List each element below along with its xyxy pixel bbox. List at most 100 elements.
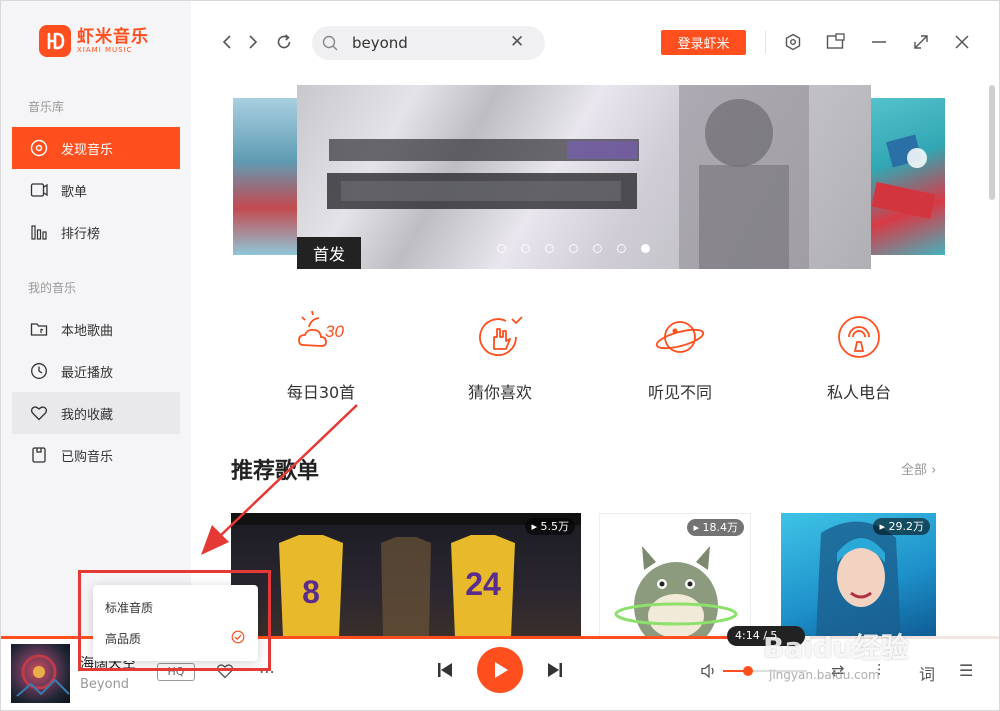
banner-prev-slide[interactable]: [233, 98, 299, 255]
sidebar-item-label: 本地歌曲: [61, 323, 114, 339]
section-music-library: 音乐库: [28, 100, 65, 114]
album-cover[interactable]: [11, 644, 70, 703]
quick-link-hear[interactable]: 听见不同: [625, 307, 735, 403]
bag-icon: [29, 445, 49, 465]
radio-icon: [829, 307, 889, 367]
banner-dot[interactable]: [593, 244, 602, 253]
sidebar-item-label: 发现音乐: [61, 142, 114, 158]
banner-dot[interactable]: [569, 244, 578, 253]
logo-title: 虾米音乐: [77, 26, 149, 47]
chevron-right-icon: ›: [931, 463, 937, 478]
play-icon: ▸: [531, 520, 541, 533]
forward-icon[interactable]: [243, 32, 263, 52]
back-icon[interactable]: [217, 32, 237, 52]
sidebar-item-local[interactable]: 本地歌曲: [12, 308, 180, 350]
banner-dot[interactable]: [545, 244, 554, 253]
queue-icon[interactable]: ☰: [959, 661, 973, 680]
banner-badge: 首发: [297, 237, 361, 269]
play-count: 29.2万: [888, 520, 925, 533]
lyrics-icon[interactable]: 词: [919, 661, 935, 685]
play-count-badge: ▸ 29.2万: [873, 518, 930, 535]
playlist-card[interactable]: ▸ 18.4万: [599, 513, 751, 637]
volume-icon[interactable]: [699, 661, 719, 681]
view-all-link[interactable]: 全部 ›: [901, 459, 936, 478]
play-count: 18.4万: [702, 521, 739, 534]
app-logo[interactable]: 虾米音乐 XIAMI MUSIC: [39, 25, 149, 57]
next-icon[interactable]: [545, 660, 565, 680]
scrollbar[interactable]: [989, 85, 995, 200]
banner-dots: [497, 244, 665, 253]
settings-icon[interactable]: [783, 32, 803, 52]
banner-next-slide[interactable]: [869, 98, 945, 255]
play-icon: [495, 662, 508, 678]
play-count-badge: ▸ 5.5万: [525, 518, 575, 535]
svg-text:24: 24: [465, 566, 501, 602]
logo-icon: [39, 25, 71, 57]
quick-link-label: 猜你喜欢: [467, 383, 532, 402]
view-all-label: 全部: [901, 463, 928, 478]
mini-mode-icon[interactable]: [826, 32, 846, 52]
folder-icon: [29, 319, 49, 339]
clear-icon[interactable]: ✕: [510, 32, 524, 52]
playlist-card[interactable]: ▸ 29.2万: [781, 513, 936, 637]
guess-like-icon: [470, 307, 530, 367]
quick-link-guess[interactable]: 猜你喜欢: [445, 307, 555, 403]
section-my-music: 我的音乐: [28, 281, 77, 295]
sidebar-item-label: 歌单: [61, 184, 88, 200]
disc-icon: [29, 138, 49, 158]
banner-dot[interactable]: [497, 244, 506, 253]
sidebar-item-purchased[interactable]: 已购音乐: [12, 434, 180, 476]
annotation-highlight-box: [78, 570, 271, 671]
song-artist[interactable]: Beyond: [80, 677, 129, 692]
search-box: ✕: [312, 26, 545, 60]
clock-icon: [29, 361, 49, 381]
sidebar-item-label: 我的收藏: [61, 407, 114, 423]
search-icon[interactable]: [321, 34, 339, 56]
quick-link-daily[interactable]: 30 每日30首: [266, 307, 376, 403]
maximize-icon[interactable]: [911, 32, 931, 52]
quick-link-label: 私人电台: [826, 383, 891, 402]
refresh-icon[interactable]: [274, 32, 294, 52]
play-button[interactable]: [477, 647, 523, 693]
sidebar-item-label: 排行榜: [61, 226, 101, 242]
playlist-card[interactable]: 8 24 ▸ 5.5万: [231, 513, 581, 637]
play-icon: ▸: [693, 521, 703, 534]
banner-dot[interactable]: [521, 244, 530, 253]
login-button[interactable]: 登录虾米: [661, 30, 746, 55]
play-icon: ▸: [879, 520, 889, 533]
sidebar-item-charts[interactable]: 排行榜: [12, 211, 180, 253]
play-count-badge: ▸ 18.4万: [687, 519, 744, 536]
divider: [765, 31, 766, 53]
playlist-icon: [29, 180, 49, 200]
sidebar-item-discover[interactable]: 发现音乐: [12, 127, 180, 169]
heart-icon: [29, 403, 49, 423]
banner-dot[interactable]: [641, 244, 650, 253]
svg-text:30: 30: [325, 322, 344, 341]
chart-icon: [29, 222, 49, 242]
volume-knob[interactable]: [743, 666, 754, 676]
app-window: 虾米音乐 XIAMI MUSIC 音乐库 发现音乐 歌单 排行榜 我的音乐 本地…: [0, 0, 1000, 711]
banner-carousel[interactable]: 首发: [297, 85, 871, 269]
banner-dot[interactable]: [617, 244, 626, 253]
planet-icon: [650, 307, 710, 367]
quick-link-label: 每日30首: [286, 383, 356, 402]
logo-subtitle: XIAMI MUSIC: [77, 45, 133, 54]
sidebar-item-recent[interactable]: 最近播放: [12, 350, 180, 392]
sidebar: 虾米音乐 XIAMI MUSIC 音乐库 发现音乐 歌单 排行榜 我的音乐 本地…: [1, 1, 191, 637]
previous-icon[interactable]: [435, 660, 455, 680]
watermark-url: jingyan.baidu.com: [769, 668, 880, 682]
svg-text:8: 8: [302, 574, 320, 610]
top-bar: ✕ 登录虾米: [191, 1, 999, 85]
play-count: 5.5万: [540, 520, 570, 533]
minimize-icon[interactable]: [869, 32, 889, 52]
quick-link-label: 听见不同: [647, 383, 712, 402]
sidebar-item-favorites[interactable]: 我的收藏: [12, 392, 180, 434]
close-icon[interactable]: [952, 32, 972, 52]
quick-link-radio[interactable]: 私人电台: [804, 307, 914, 403]
daily-30-icon: 30: [291, 307, 351, 367]
section-title-recommend: 推荐歌单: [231, 459, 320, 484]
sidebar-item-playlists[interactable]: 歌单: [12, 169, 180, 211]
sidebar-item-label: 最近播放: [61, 365, 114, 381]
search-input[interactable]: [352, 33, 502, 53]
sidebar-item-label: 已购音乐: [61, 449, 114, 465]
